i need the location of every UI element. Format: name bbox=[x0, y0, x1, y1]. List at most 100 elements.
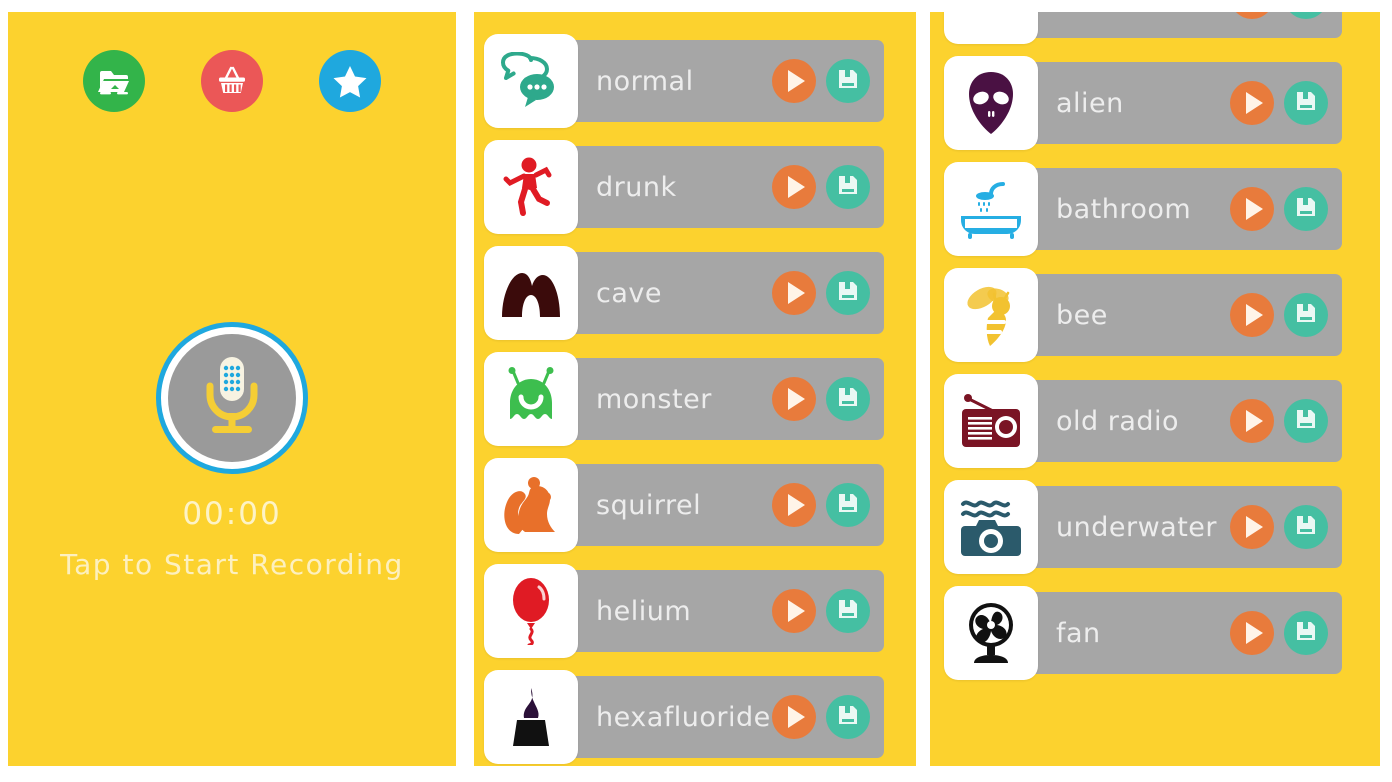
save-button[interactable] bbox=[1284, 293, 1328, 337]
row-actions bbox=[772, 377, 870, 421]
list-item[interactable]: bathroom bbox=[930, 162, 1380, 256]
effect-icon-tile bbox=[484, 140, 578, 234]
play-icon bbox=[788, 176, 805, 198]
save-button[interactable] bbox=[1284, 399, 1328, 443]
list-item[interactable]: old radio bbox=[930, 374, 1380, 468]
list-item[interactable]: monster bbox=[474, 352, 916, 446]
app-screenshots: 00:00 Tap to Start Recording normal drun… bbox=[0, 0, 1392, 782]
play-icon bbox=[1246, 410, 1263, 432]
effect-icon-tile bbox=[484, 34, 578, 128]
play-icon bbox=[1246, 516, 1263, 538]
row-actions bbox=[772, 165, 870, 209]
play-button[interactable] bbox=[1230, 611, 1274, 655]
row-actions bbox=[1230, 12, 1328, 19]
play-button[interactable] bbox=[1230, 12, 1274, 19]
dancing-person-icon bbox=[502, 155, 560, 219]
play-icon bbox=[788, 282, 805, 304]
effect-icon-tile bbox=[944, 586, 1038, 680]
row-actions bbox=[1230, 187, 1328, 231]
save-button[interactable] bbox=[826, 483, 870, 527]
play-button[interactable] bbox=[772, 165, 816, 209]
row-actions bbox=[772, 589, 870, 633]
floppy-save-icon bbox=[1294, 301, 1318, 329]
play-button[interactable] bbox=[772, 695, 816, 739]
list-item[interactable] bbox=[930, 12, 1380, 44]
play-button[interactable] bbox=[772, 59, 816, 103]
effect-icon-tile bbox=[944, 12, 1038, 44]
save-button[interactable] bbox=[826, 377, 870, 421]
effects-list-b: alien bathroom bee old radio underwater … bbox=[930, 12, 1380, 692]
floppy-save-icon bbox=[836, 703, 860, 731]
top-toolbar bbox=[8, 50, 456, 112]
play-button[interactable] bbox=[772, 589, 816, 633]
save-button[interactable] bbox=[826, 271, 870, 315]
folder-button[interactable] bbox=[83, 50, 145, 112]
play-button[interactable] bbox=[1230, 81, 1274, 125]
play-icon bbox=[788, 70, 805, 92]
play-button[interactable] bbox=[1230, 505, 1274, 549]
floppy-save-icon bbox=[836, 173, 860, 201]
save-button[interactable] bbox=[1284, 12, 1328, 19]
save-button[interactable] bbox=[1284, 505, 1328, 549]
save-button[interactable] bbox=[826, 59, 870, 103]
save-button[interactable] bbox=[1284, 187, 1328, 231]
list-item[interactable]: squirrel bbox=[474, 458, 916, 552]
row-actions bbox=[772, 271, 870, 315]
effect-label: bee bbox=[1056, 299, 1108, 331]
list-item[interactable]: normal bbox=[474, 34, 916, 128]
list-item[interactable]: drunk bbox=[474, 140, 916, 234]
floppy-save-icon bbox=[1294, 407, 1318, 435]
play-button[interactable] bbox=[1230, 187, 1274, 231]
record-area: 00:00 Tap to Start Recording bbox=[8, 322, 456, 581]
floppy-save-icon bbox=[836, 385, 860, 413]
effect-icon-tile bbox=[484, 564, 578, 658]
list-item[interactable]: underwater bbox=[930, 480, 1380, 574]
list-item[interactable]: cave bbox=[474, 246, 916, 340]
favorites-button[interactable] bbox=[319, 50, 381, 112]
record-button[interactable] bbox=[156, 322, 308, 474]
floppy-save-icon bbox=[836, 491, 860, 519]
floppy-save-icon bbox=[836, 67, 860, 95]
floppy-save-icon bbox=[1294, 195, 1318, 223]
effect-icon-tile bbox=[484, 246, 578, 340]
effect-label: monster bbox=[596, 383, 712, 415]
row-actions bbox=[1230, 611, 1328, 655]
floppy-save-icon bbox=[836, 279, 860, 307]
play-button[interactable] bbox=[1230, 399, 1274, 443]
play-button[interactable] bbox=[1230, 293, 1274, 337]
play-button[interactable] bbox=[772, 377, 816, 421]
effect-icon-tile bbox=[944, 374, 1038, 468]
play-icon bbox=[1246, 92, 1263, 114]
effect-label: normal bbox=[596, 65, 694, 97]
list-item[interactable]: hexafluoride bbox=[474, 670, 916, 764]
list-item[interactable]: helium bbox=[474, 564, 916, 658]
dark-figure-icon bbox=[505, 686, 557, 748]
play-button[interactable] bbox=[772, 271, 816, 315]
effect-icon-tile bbox=[944, 162, 1038, 256]
alien-head-icon bbox=[962, 70, 1020, 136]
save-button[interactable] bbox=[826, 589, 870, 633]
cave-arch-icon bbox=[498, 267, 564, 319]
effect-label: fan bbox=[1056, 617, 1101, 649]
effects-screen-a: normal drunk cave monster squirrel heliu… bbox=[474, 12, 916, 766]
row-actions bbox=[772, 483, 870, 527]
save-button[interactable] bbox=[826, 165, 870, 209]
effect-label: alien bbox=[1056, 87, 1124, 119]
recorder-screen: 00:00 Tap to Start Recording bbox=[8, 12, 456, 766]
effect-icon-tile bbox=[944, 268, 1038, 362]
effect-label: cave bbox=[596, 277, 662, 309]
balloon-icon bbox=[506, 577, 556, 645]
save-button[interactable] bbox=[1284, 611, 1328, 655]
play-button[interactable] bbox=[772, 483, 816, 527]
monster-blob-icon bbox=[500, 367, 562, 431]
save-button[interactable] bbox=[826, 695, 870, 739]
list-item[interactable]: bee bbox=[930, 268, 1380, 362]
save-button[interactable] bbox=[1284, 81, 1328, 125]
microphone-icon bbox=[195, 353, 269, 443]
folder-icon bbox=[97, 66, 131, 96]
list-item[interactable]: alien bbox=[930, 56, 1380, 150]
store-button[interactable] bbox=[201, 50, 263, 112]
floppy-save-icon bbox=[1294, 89, 1318, 117]
list-item[interactable]: fan bbox=[930, 586, 1380, 680]
play-icon bbox=[788, 600, 805, 622]
